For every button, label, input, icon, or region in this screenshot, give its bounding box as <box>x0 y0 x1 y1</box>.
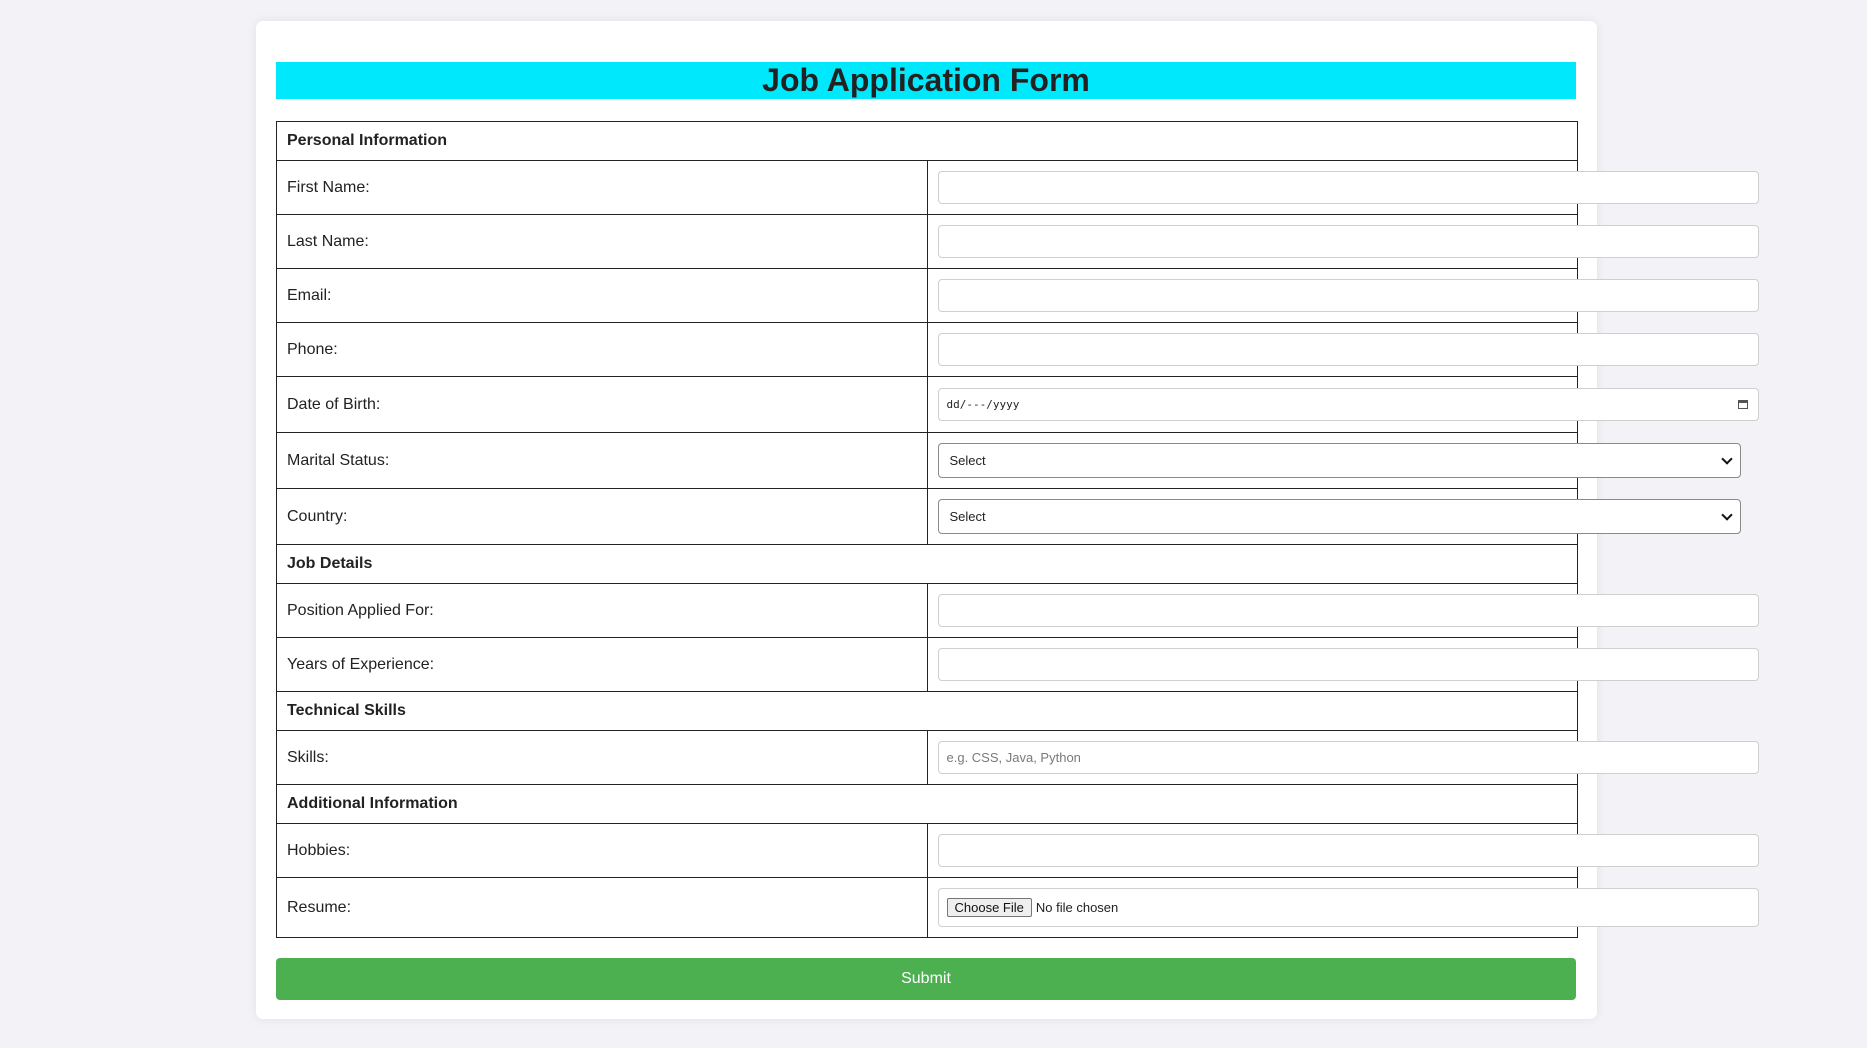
section-row: Additional Information <box>276 784 1578 824</box>
application-table: Personal Information First Name: Last Na… <box>276 121 1759 938</box>
table-row: Phone: <box>276 322 1759 377</box>
section-row: Job Details <box>276 544 1578 584</box>
table-row: Position Applied For: <box>276 583 1759 638</box>
title-banner: Job Application Form <box>276 62 1576 99</box>
phone-label: Phone: <box>276 322 928 377</box>
resume-file-input[interactable]: Choose File No file chosen <box>937 888 1759 927</box>
section-additional-information: Additional Information <box>276 784 1578 824</box>
table-row: Marital Status: Select <box>276 432 1741 489</box>
table-row: Email: <box>276 268 1759 323</box>
email-input[interactable] <box>937 279 1759 312</box>
table-row: Skills: e.g. CSS, Java, Python <box>276 730 1759 785</box>
section-personal-information: Personal Information <box>276 121 1578 161</box>
chevron-down-icon <box>1720 453 1733 465</box>
form-card: Job Application Form Personal Informatio… <box>256 21 1759 1019</box>
marital-status-label: Marital Status: <box>276 432 928 489</box>
resume-label: Resume: <box>276 877 928 938</box>
calendar-icon[interactable] <box>1737 400 1748 409</box>
dob-date-input[interactable]: dd/---/yyyy <box>937 388 1759 421</box>
experience-input[interactable] <box>937 648 1759 681</box>
choose-file-button[interactable]: Choose File <box>946 898 1032 917</box>
page-title: Job Application Form <box>762 62 1090 98</box>
skills-input[interactable]: e.g. CSS, Java, Python <box>937 741 1759 774</box>
submit-button[interactable]: Submit <box>276 958 1576 1000</box>
hobbies-input[interactable] <box>937 834 1759 867</box>
table-row: Years of Experience: <box>276 637 1759 692</box>
table-row: First Name: <box>276 160 1759 215</box>
position-input[interactable] <box>937 594 1759 627</box>
experience-label: Years of Experience: <box>276 637 928 692</box>
section-row: Personal Information <box>276 121 1578 161</box>
table-row: Last Name: <box>276 214 1759 269</box>
hobbies-label: Hobbies: <box>276 823 928 878</box>
marital-status-select[interactable]: Select <box>937 443 1741 478</box>
table-row: Date of Birth: dd/---/yyyy <box>276 376 1759 433</box>
country-selected: Select <box>949 509 986 524</box>
dob-placeholder: dd/---/yyyy <box>946 398 1020 411</box>
email-label: Email: <box>276 268 928 323</box>
country-select[interactable]: Select <box>937 499 1741 534</box>
skills-label: Skills: <box>276 730 928 785</box>
chevron-down-icon <box>1720 509 1733 521</box>
section-job-details: Job Details <box>276 544 1578 584</box>
last-name-input[interactable] <box>937 225 1759 258</box>
first-name-label: First Name: <box>276 160 928 215</box>
phone-input[interactable] <box>937 333 1759 366</box>
table-row: Resume: Choose File No file chosen <box>276 877 1759 938</box>
first-name-input[interactable] <box>937 171 1759 204</box>
file-status: No file chosen <box>1035 900 1119 915</box>
table-row: Hobbies: <box>276 823 1759 878</box>
country-label: Country: <box>276 488 928 545</box>
dob-label: Date of Birth: <box>276 376 928 433</box>
table-row: Country: Select <box>276 488 1741 545</box>
section-technical-skills: Technical Skills <box>276 691 1578 731</box>
last-name-label: Last Name: <box>276 214 928 269</box>
section-row: Technical Skills <box>276 691 1578 731</box>
position-label: Position Applied For: <box>276 583 928 638</box>
marital-status-selected: Select <box>949 453 986 468</box>
